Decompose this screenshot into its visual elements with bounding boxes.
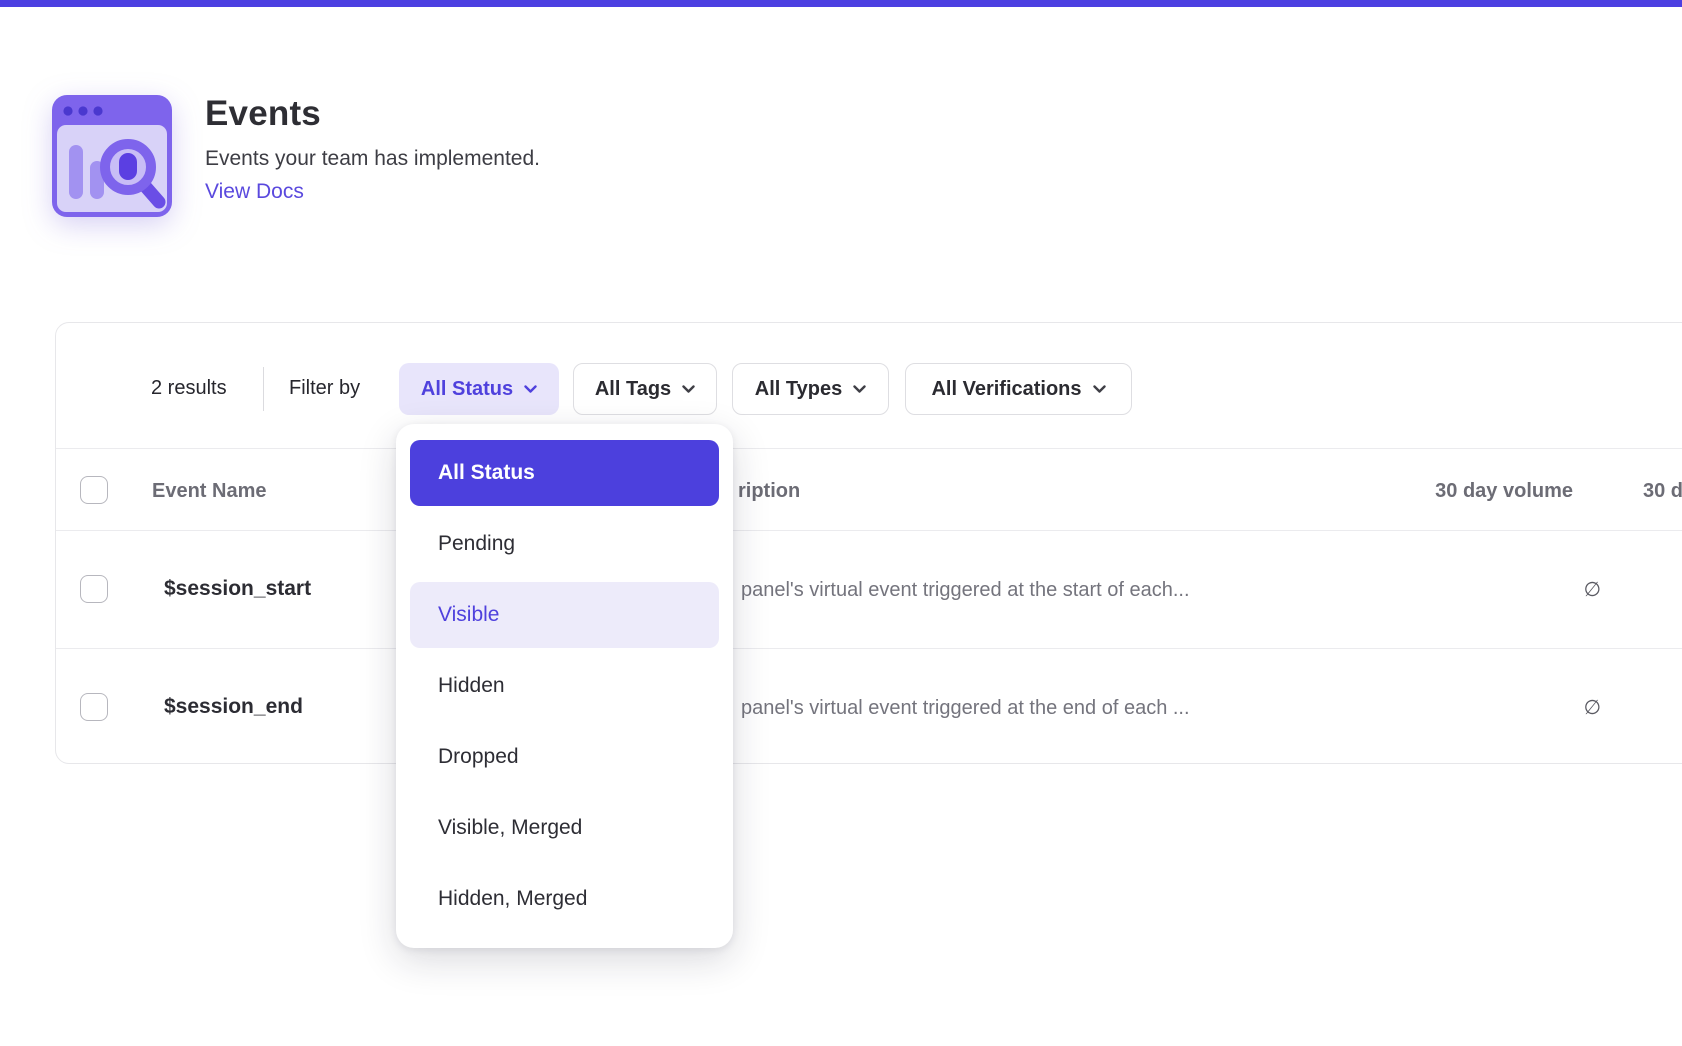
column-header-event-name: Event Name: [152, 479, 267, 503]
page-subtitle: Events your team has implemented.: [205, 147, 540, 171]
dropdown-item-all-status[interactable]: All Status: [410, 440, 719, 506]
row-checkbox[interactable]: [80, 693, 108, 721]
row-checkbox[interactable]: [80, 575, 108, 603]
event-volume-cell: ∅: [1401, 696, 1601, 720]
events-app-icon: [52, 95, 172, 217]
column-header-description: ription: [738, 479, 800, 503]
table-row: $session_start panel's virtual event tri…: [56, 531, 1682, 649]
filter-all-status[interactable]: All Status: [399, 363, 559, 415]
events-table-card: 2 results Filter by All Status All Tags …: [55, 322, 1682, 764]
toolbar-divider: [263, 367, 264, 411]
filter-all-verifications[interactable]: All Verifications: [905, 363, 1132, 415]
event-description-cell: panel's virtual event triggered at the e…: [741, 696, 1190, 720]
column-header-30-day-volume: 30 day volume: [1373, 479, 1573, 503]
select-all-checkbox[interactable]: [80, 476, 108, 504]
page-title: Events: [205, 94, 321, 134]
results-count: 2 results: [151, 377, 227, 400]
dropdown-item-hidden[interactable]: Hidden: [410, 653, 719, 719]
dropdown-item-hidden-merged[interactable]: Hidden, Merged: [410, 866, 719, 932]
chevron-down-icon: [853, 385, 866, 393]
chevron-down-icon: [682, 385, 695, 393]
table-header-row: Event Name ription 30 day volume 30 d: [56, 448, 1682, 531]
filter-by-label: Filter by: [289, 377, 360, 400]
events-page: Events Events your team has implemented.…: [0, 0, 1682, 1046]
filter-all-tags-label: All Tags: [595, 378, 671, 401]
event-name-cell[interactable]: $session_end: [164, 694, 303, 720]
filter-all-types[interactable]: All Types: [732, 363, 889, 415]
dropdown-item-dropped[interactable]: Dropped: [410, 724, 719, 790]
top-accent-bar: [0, 0, 1682, 7]
dropdown-item-visible[interactable]: Visible: [410, 582, 719, 648]
dropdown-item-visible-merged[interactable]: Visible, Merged: [410, 795, 719, 861]
filter-all-tags[interactable]: All Tags: [573, 363, 717, 415]
dropdown-item-pending[interactable]: Pending: [410, 511, 719, 577]
filter-all-types-label: All Types: [755, 378, 842, 401]
status-filter-dropdown: All Status Pending Visible Hidden Droppe…: [396, 424, 733, 948]
event-description-cell: panel's virtual event triggered at the s…: [741, 578, 1190, 602]
chevron-down-icon: [1093, 385, 1106, 393]
chevron-down-icon: [524, 385, 537, 393]
table-row: $session_end panel's virtual event trigg…: [56, 649, 1682, 765]
filter-all-status-label: All Status: [421, 378, 513, 401]
view-docs-link[interactable]: View Docs: [205, 180, 304, 204]
event-name-cell[interactable]: $session_start: [164, 576, 311, 602]
column-header-truncated: 30 d: [1643, 479, 1682, 503]
event-volume-cell: ∅: [1401, 578, 1601, 602]
filter-all-verifications-label: All Verifications: [931, 378, 1081, 401]
